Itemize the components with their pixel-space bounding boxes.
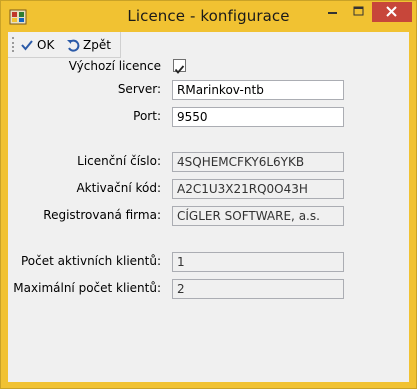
active-clients-field[interactable]: 1 [172, 252, 344, 272]
back-button-label: Zpět [83, 37, 111, 52]
maximize-button[interactable] [345, 2, 372, 22]
undo-icon [67, 39, 80, 52]
licence-number-field[interactable]: 4SQHEMCFKY6L6YKB [172, 152, 344, 172]
toolbar-grip[interactable] [12, 37, 16, 52]
registered-company-field[interactable]: CÍGLER SOFTWARE, a.s. [172, 206, 344, 226]
client-area: OK Zpět Výchozí licence Server: RMarinko… [8, 32, 409, 382]
licence-config-window: Licence - konfigurace OK Zpět Výchozí li… [0, 0, 417, 389]
activation-code-field[interactable]: A2C1U3X21RQ0O43H [172, 179, 344, 199]
max-clients-label: Maximální počet klientů: [13, 281, 161, 295]
app-icon[interactable] [9, 8, 27, 26]
toolbar: OK Zpět [8, 32, 121, 58]
close-button[interactable] [372, 2, 412, 22]
default-licence-checkbox[interactable] [173, 59, 186, 74]
checkbox-check-icon [174, 65, 185, 74]
minimize-icon [328, 12, 337, 14]
active-clients-label: Počet aktivních klientů: [20, 254, 161, 268]
window-title: Licence - konfigurace [127, 7, 290, 25]
activation-code-label: Aktivační kód: [76, 181, 161, 195]
port-input[interactable]: 9550 [172, 107, 344, 127]
server-label: Server: [117, 82, 161, 96]
licence-number-label: Licenční číslo: [77, 154, 161, 168]
ok-button-label: OK [37, 37, 55, 52]
title-bar[interactable]: Licence - konfigurace [1, 1, 416, 32]
registered-company-label: Registrovaná firma: [43, 208, 161, 222]
minimize-button[interactable] [319, 2, 345, 22]
port-label: Port: [133, 109, 161, 123]
close-icon [386, 6, 397, 17]
max-clients-field[interactable]: 2 [172, 279, 344, 299]
checkmark-icon [21, 39, 33, 51]
back-button[interactable]: Zpět [66, 34, 116, 55]
ok-button[interactable]: OK [20, 34, 62, 55]
server-input[interactable]: RMarinkov-ntb [172, 80, 344, 100]
default-licence-label: Výchozí licence [68, 59, 161, 73]
